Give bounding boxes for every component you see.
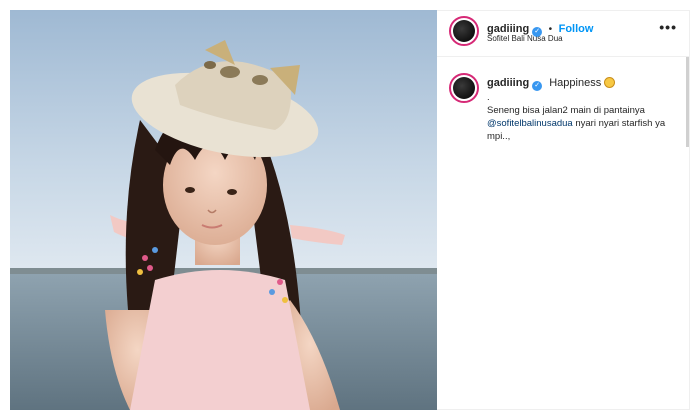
comment-avatar[interactable] — [449, 73, 479, 103]
caption-body: . Seneng bisa jalan2 main di pantainya @… — [487, 91, 682, 143]
more-options-icon[interactable]: ••• — [659, 20, 677, 34]
caption-text: Seneng bisa jalan2 main di pantainya @so… — [487, 104, 682, 143]
author-avatar[interactable] — [449, 16, 479, 46]
mention-link[interactable]: @sofitelbalinusadua — [487, 118, 573, 129]
follow-button[interactable]: Follow — [559, 23, 594, 35]
comment-username[interactable]: gadiiing — [487, 77, 529, 89]
post-header: gadiiing ✓ • Follow Sofitel Bali Nusa Dua… — [437, 11, 689, 57]
post-side-panel: gadiiing ✓ • Follow Sofitel Bali Nusa Dua… — [437, 10, 690, 410]
instagram-post-embed: gadiiing ✓ • Follow Sofitel Bali Nusa Dua… — [0, 0, 700, 419]
location-link[interactable]: Sofitel Bali Nusa Dua — [487, 34, 563, 43]
caption-dot: . — [487, 92, 490, 103]
post-photo[interactable] — [10, 10, 437, 410]
comments-scrollbar[interactable] — [686, 57, 689, 147]
caption-title: Happiness — [549, 77, 602, 89]
smiling-face-emoji — [604, 77, 616, 88]
photo-girl-beach-hat — [10, 10, 437, 410]
caption-text-start: Seneng bisa jalan2 main di pantainya — [487, 105, 645, 116]
verified-badge-icon: ✓ — [532, 81, 543, 91]
